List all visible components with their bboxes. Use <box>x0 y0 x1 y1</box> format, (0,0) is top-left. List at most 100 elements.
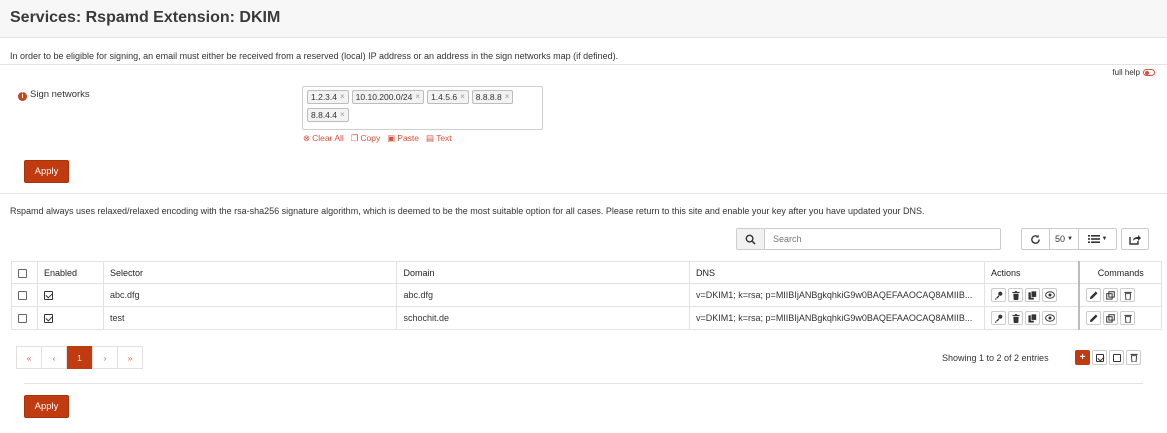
page-size-select[interactable]: 50 ▼ <box>1050 229 1079 249</box>
page-1-button[interactable]: 1 <box>67 346 92 369</box>
export-button[interactable] <box>1121 228 1149 250</box>
delete-selected-button[interactable] <box>1126 350 1141 365</box>
delete-key-button[interactable] <box>1008 311 1024 325</box>
delete-button[interactable] <box>1120 288 1136 302</box>
table-row[interactable]: test schochit.de v=DKIM1; k=rsa; p=MIIBI… <box>11 306 1163 330</box>
apply-button-bottom[interactable]: Apply <box>24 395 69 418</box>
copy-dns-button[interactable] <box>1025 311 1041 325</box>
tag-label: 8.8.4.4 <box>311 110 337 120</box>
apply-button[interactable]: Apply <box>24 160 69 183</box>
tag[interactable]: 8.8.4.4 × <box>307 108 349 122</box>
select-all-cell <box>11 261 38 284</box>
remove-tag-icon[interactable]: × <box>505 91 510 103</box>
key-button[interactable] <box>991 288 1007 302</box>
divider <box>0 193 1167 194</box>
col-domain[interactable]: Domain <box>396 261 691 284</box>
enable-selected-button[interactable] <box>1092 350 1107 365</box>
tag-label: 10.10.200.0/24 <box>355 92 413 102</box>
remove-tag-icon[interactable]: × <box>460 91 465 103</box>
col-actions: Actions <box>984 261 1080 284</box>
delete-button[interactable] <box>1120 311 1136 325</box>
clipboard-icon <box>1028 290 1037 300</box>
edit-button[interactable] <box>1086 288 1102 302</box>
tag-label: 1.4.5.6 <box>431 92 458 102</box>
tag-label: 1.2.3.4 <box>311 92 337 102</box>
columns-select[interactable]: ▼ <box>1079 229 1116 249</box>
showing-entries: Showing 1 to 2 of 2 entries <box>942 353 1049 363</box>
copy-icon: ❐ <box>350 133 359 143</box>
select-all-checkbox[interactable] <box>18 268 27 278</box>
edit-button[interactable] <box>1086 311 1102 325</box>
search-input[interactable] <box>765 229 1000 249</box>
key-button[interactable] <box>991 311 1007 325</box>
remove-tag-icon[interactable]: × <box>340 109 345 121</box>
tag-tools: ⊗ Clear All ❐ Copy ▣ Paste ▤ Text <box>303 133 452 144</box>
trash-icon <box>1011 290 1020 300</box>
clone-button[interactable] <box>1103 311 1119 325</box>
toggle-icon[interactable] <box>1143 69 1155 76</box>
paste-link[interactable]: ▣ Paste <box>387 133 419 144</box>
page-title: Services: Rspamd Extension: DKIM <box>10 9 281 26</box>
disable-selected-button[interactable] <box>1109 350 1124 365</box>
list-icon <box>1087 235 1100 243</box>
delete-key-button[interactable] <box>1008 288 1024 302</box>
sign-networks-label-text: Sign networks <box>30 89 90 100</box>
dns-cell: v=DKIM1; k=rsa; p=MIIBIjANBgkqhkiG9w0BAQ… <box>689 306 986 330</box>
commands-cell <box>1078 283 1163 307</box>
clear-all-label: Clear All <box>312 133 344 143</box>
search-icon <box>737 229 765 249</box>
sign-networks-input[interactable]: 1.2.3.4 × 10.10.200.0/24 × 1.4.5.6 × 8.8.8.… <box>302 86 543 130</box>
tag[interactable]: 1.2.3.4 × <box>307 90 349 104</box>
view-button[interactable] <box>1042 288 1058 302</box>
tag-label: 8.8.8.8 <box>475 92 502 102</box>
clone-icon <box>1106 313 1116 323</box>
domain-cell: abc.dfg <box>396 283 691 307</box>
square-icon <box>1112 353 1121 362</box>
rspamd-note: Rspamd always uses relaxed/relaxed encod… <box>10 206 925 216</box>
tag[interactable]: 8.8.8.8 × <box>471 90 514 104</box>
pagination: « ‹ 1 › » <box>16 346 143 369</box>
copy-link[interactable]: ❐ Copy <box>351 133 380 144</box>
remove-tag-icon[interactable]: × <box>340 91 345 103</box>
dkim-table: Enabled Selector Domain DNS Actions Comm… <box>11 261 1163 330</box>
text-link[interactable]: ▤ Text <box>426 133 452 144</box>
remove-tag-icon[interactable]: × <box>415 91 420 103</box>
page-last-button[interactable]: » <box>117 346 143 369</box>
copy-dns-button[interactable] <box>1025 288 1041 302</box>
clipboard-icon <box>1028 313 1037 323</box>
eye-icon <box>1044 314 1055 322</box>
row-select-cell <box>11 283 38 307</box>
full-help-toggle[interactable]: full help <box>1112 68 1155 77</box>
page-size-value: 50 <box>1055 234 1066 244</box>
clear-all-link[interactable]: ⊗ Clear All <box>303 133 344 144</box>
clear-icon: ⊗ <box>303 133 311 143</box>
bulk-actions: + <box>1075 350 1141 365</box>
table-row[interactable]: abc.dfg abc.dfg v=DKIM1; k=rsa; p=MIIBIj… <box>11 283 1163 307</box>
intro-text: In order to be eligible for signing, an … <box>10 51 619 61</box>
divider <box>0 64 1167 65</box>
tag[interactable]: 10.10.200.0/24 × <box>351 90 425 104</box>
refresh-button[interactable] <box>1022 229 1050 249</box>
page-prev-button[interactable]: ‹ <box>41 346 67 369</box>
enabled-cell <box>36 306 104 330</box>
tag[interactable]: 1.4.5.6 × <box>427 90 469 104</box>
enabled-check-icon <box>43 314 53 324</box>
trash-icon <box>1124 291 1132 300</box>
actions-cell <box>984 306 1080 330</box>
page-first-button[interactable]: « <box>16 346 42 369</box>
row-checkbox[interactable] <box>18 314 27 324</box>
col-selector[interactable]: Selector <box>102 261 398 284</box>
search-box <box>736 228 1001 250</box>
col-dns[interactable]: DNS <box>689 261 986 284</box>
row-checkbox[interactable] <box>18 291 27 301</box>
full-help-label: full help <box>1112 68 1140 77</box>
col-enabled[interactable]: Enabled <box>36 261 104 284</box>
add-button[interactable]: + <box>1075 350 1090 365</box>
col-commands: Commands <box>1078 261 1163 284</box>
view-button[interactable] <box>1042 311 1058 325</box>
clone-button[interactable] <box>1103 288 1119 302</box>
trash-icon <box>1124 314 1132 323</box>
info-icon[interactable]: i <box>18 92 27 101</box>
divider <box>24 383 1143 384</box>
page-next-button[interactable]: › <box>92 346 118 369</box>
